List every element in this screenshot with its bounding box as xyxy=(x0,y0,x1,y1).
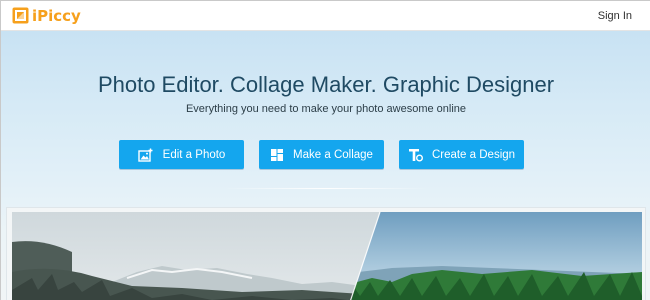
hero-divider xyxy=(223,188,429,189)
hero-section: Photo Editor. Collage Maker. Graphic Des… xyxy=(1,31,650,300)
create-design-label: Create a Design xyxy=(431,148,516,161)
before-after-preview xyxy=(6,207,646,300)
collage-grid-icon xyxy=(271,148,284,161)
action-buttons: Edit a Photo Make a Collage Create a Des… xyxy=(119,140,524,169)
make-collage-button[interactable]: Make a Collage xyxy=(259,140,384,169)
logo-text: iPiccy xyxy=(32,6,81,25)
sign-in-link[interactable]: Sign In xyxy=(598,10,632,22)
ipiccy-logo-icon xyxy=(12,7,29,24)
hero-title: Photo Editor. Collage Maker. Graphic Des… xyxy=(97,72,555,97)
edit-photo-label: Edit a Photo xyxy=(162,148,226,161)
top-navigation-bar: iPiccy Sign In xyxy=(1,1,650,31)
hero-subtitle: Everything you need to make your photo a… xyxy=(185,103,467,115)
text-design-icon xyxy=(408,148,423,161)
make-collage-label: Make a Collage xyxy=(293,148,373,161)
photo-edit-icon xyxy=(137,148,153,162)
edit-photo-button[interactable]: Edit a Photo xyxy=(119,140,244,169)
landscape-preview-image xyxy=(12,212,642,300)
create-design-button[interactable]: Create a Design xyxy=(399,140,524,169)
ipiccy-logo[interactable]: iPiccy xyxy=(12,7,81,25)
